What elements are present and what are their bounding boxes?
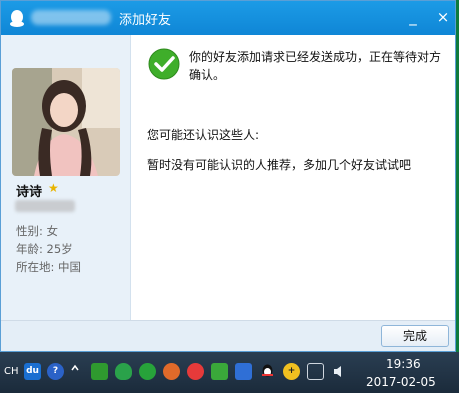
no-recommend-text: 暂时没有可能认识的人推荐，多加几个好友试试吧	[147, 158, 412, 172]
age-info: 年龄: 25岁	[16, 242, 73, 256]
grid-app-icon[interactable]	[235, 363, 252, 380]
done-button[interactable]: 完成	[381, 325, 449, 347]
result-panel: 你的好友添加请求已经发送成功，正在等待对方确认。 您可能还认识这些人: 暂时没有…	[131, 35, 455, 321]
success-check-icon	[148, 48, 180, 80]
green-monitor-icon[interactable]	[91, 363, 108, 380]
window-title: 添加好友	[119, 13, 172, 28]
gender-info: 性别: 女	[16, 224, 59, 238]
qq-tray-icon[interactable]	[259, 363, 276, 380]
blurred-username	[31, 10, 111, 25]
shield-icon[interactable]	[115, 363, 132, 380]
star-icon: ★	[48, 181, 59, 195]
check-tray-icon[interactable]	[211, 363, 228, 380]
clock-time[interactable]: 19:36	[386, 357, 421, 371]
orange-app-icon[interactable]	[163, 363, 180, 380]
help-icon[interactable]: ?	[47, 363, 64, 380]
clock-date[interactable]: 2017-02-05	[366, 375, 436, 389]
dialog-content: 诗诗 ★ 性别: 女 年龄: 25岁 所在地: 中国 你的好友添加请求已经发送成…	[1, 35, 455, 321]
nickname: 诗诗	[16, 185, 43, 200]
maybe-know-heading: 您可能还认识这些人:	[147, 128, 260, 142]
ime-indicator[interactable]: CH	[4, 366, 19, 377]
qq-penguin-icon	[10, 10, 24, 27]
blurred-account-number	[15, 200, 75, 212]
profile-panel: 诗诗 ★ 性别: 女 年龄: 25岁 所在地: 中国	[1, 35, 131, 321]
360-icon[interactable]	[139, 363, 156, 380]
volume-icon[interactable]	[331, 363, 348, 380]
title-bar[interactable]: 添加好友 _ ×	[1, 1, 455, 35]
success-message: 你的好友添加请求已经发送成功，正在等待对方确认。	[189, 50, 442, 82]
add-friend-window: 添加好友 _ × 诗诗 ★ 性别: 女 年龄: 25岁 所在地: 中国 你的好友…	[0, 0, 456, 352]
network-icon[interactable]	[307, 363, 324, 380]
avatar	[12, 68, 120, 176]
plus-app-icon[interactable]: +	[283, 363, 300, 380]
close-button[interactable]: ×	[433, 7, 453, 27]
location-info: 所在地: 中国	[16, 260, 82, 274]
tray-arrow-icon[interactable]	[70, 363, 80, 380]
minimize-button[interactable]: _	[403, 7, 423, 27]
taskbar: CH du ? + 19:36 2017-02-05	[0, 352, 459, 393]
baidu-du-icon[interactable]: du	[24, 363, 41, 380]
dialog-footer: 完成	[1, 320, 455, 351]
weibo-icon[interactable]	[187, 363, 204, 380]
